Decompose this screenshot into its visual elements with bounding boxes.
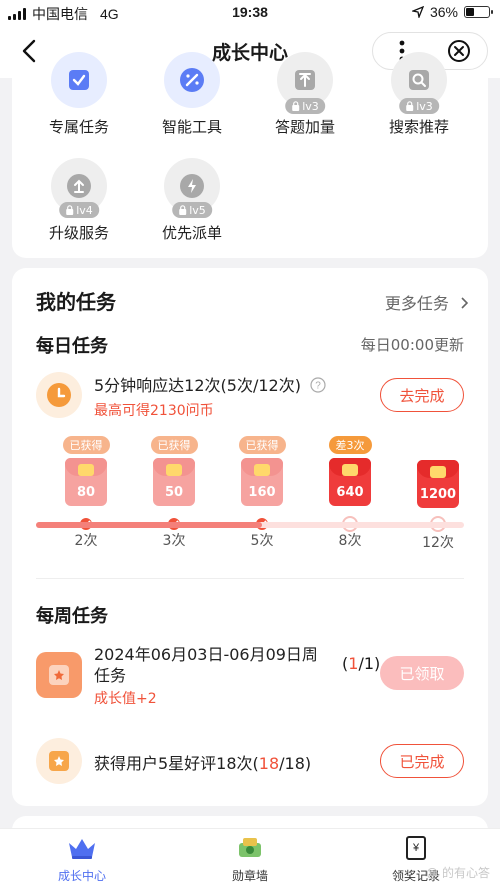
tab-medal-wall[interactable]: 勋章墙 [190, 835, 310, 884]
red-envelope-icon: 80 [65, 458, 107, 506]
milestone-label: 5次 [250, 533, 274, 549]
battery-icon [464, 6, 493, 18]
weekly-task-reward: 成长值+2 [94, 691, 157, 707]
magic-wand-icon [180, 68, 204, 92]
red-envelope-icon: 640 [329, 458, 371, 506]
upgrade-icon [67, 174, 91, 198]
daily-title: 每日任务 [36, 336, 108, 357]
rating-task-badge [36, 738, 82, 784]
daily-refresh-note: 每日00:00更新 [360, 336, 464, 354]
rating-task-name: 获得用户5星好评18次(18/18) [94, 754, 312, 773]
milestone-tag: 已获得 [62, 436, 110, 454]
star-card-icon [49, 665, 69, 685]
tab-bar: 成长中心 勋章墙 ¥ 领奖记录 @ 的有心答 [0, 828, 500, 889]
lock-icon [406, 101, 414, 111]
tool-upgrade-service[interactable]: lv4 升级服务 [24, 158, 134, 243]
tool-label: 搜索推荐 [388, 118, 449, 136]
daily-reward: 最高可得2130问币 [94, 403, 214, 419]
weekly-task-count: (1/1) [342, 654, 381, 673]
search-icon [409, 70, 429, 90]
milestone-label: 8次 [338, 533, 362, 549]
level-badge: lv3 [285, 98, 325, 114]
weekly-task-badge [36, 652, 82, 698]
milestone-0: 已获得 80 2次 [56, 434, 116, 550]
help-icon[interactable]: ? [310, 377, 326, 393]
milestone-1: 已获得 50 3次 [144, 434, 204, 550]
red-envelope-icon: 1200 [417, 460, 459, 508]
clock-badge [36, 372, 82, 418]
weekly-title: 每周任务 [36, 606, 108, 627]
status-bar: 中国电信 4G 19:38 36% [0, 0, 500, 24]
milestone-label: 12次 [422, 535, 454, 551]
lock-icon [66, 205, 74, 215]
section-title: 我的任务 [36, 290, 116, 314]
milestone-label: 3次 [162, 533, 186, 549]
milestone-value: 640 [336, 485, 364, 500]
go-complete-button[interactable]: 去完成 [380, 378, 464, 412]
daily-task-name: 5分钟响应达12次(5次/12次) ? [94, 372, 326, 396]
red-envelope-icon: 160 [241, 458, 283, 506]
tool-label: 智能工具 [161, 118, 222, 136]
tool-priority-dispatch[interactable]: lv5 优先派单 [137, 158, 247, 243]
tool-label: 升级服务 [48, 224, 109, 242]
clock-icon [47, 383, 71, 407]
milestone-4: 1200 12次 [408, 434, 468, 552]
upload-icon [295, 70, 315, 90]
tool-exclusive-task[interactable]: 专属任务 [24, 52, 134, 137]
milestone-label: 2次 [74, 533, 98, 549]
milestone-value: 160 [248, 485, 276, 500]
milestone-2: 已获得 160 5次 [232, 434, 292, 550]
level-badge: lv4 [59, 202, 99, 218]
completed-button[interactable]: 已完成 [380, 744, 464, 778]
milestone-3: 差3次 640 8次 [320, 434, 380, 550]
level-badge: lv5 [172, 202, 212, 218]
milestone-tag: 已获得 [150, 436, 198, 454]
more-tasks-link[interactable]: 更多任务 [385, 290, 469, 314]
svg-text:¥: ¥ [412, 842, 420, 854]
svg-text:?: ? [315, 381, 321, 392]
lock-icon [292, 101, 300, 111]
tool-label: 专属任务 [48, 118, 109, 136]
milestone-tag: 已获得 [238, 436, 286, 454]
milestone-tag: 差3次 [328, 436, 372, 454]
crown-icon [69, 839, 95, 859]
tool-label: 优先派单 [161, 224, 222, 242]
weekly-task-name: 2024年06月03日-06月09日周 任务 [94, 645, 318, 685]
chevron-right-icon [461, 297, 469, 309]
location-arrow-icon [411, 6, 424, 18]
lock-icon [179, 205, 187, 215]
level-badge: lv3 [399, 98, 439, 114]
tool-label: 答题加量 [274, 118, 335, 136]
tools-card: 专属任务 智能工具 lv3 答题加量 lv3 搜索推荐 lv4 升级服务 lv5… [12, 52, 488, 258]
medal-icon [239, 838, 261, 857]
star-card-icon [49, 751, 69, 771]
progress-track [36, 522, 464, 528]
red-envelope-icon: 50 [153, 458, 195, 506]
milestone-value: 50 [164, 485, 184, 500]
tool-search-recommend[interactable]: lv3 搜索推荐 [364, 52, 474, 137]
lightning-icon [180, 174, 204, 198]
receipt-icon: ¥ [406, 836, 426, 860]
tab-growth-center[interactable]: 成长中心 [22, 835, 142, 884]
battery-percent: 36% [429, 4, 458, 20]
milestone-value: 80 [76, 485, 96, 500]
tool-answer-boost[interactable]: lv3 答题加量 [250, 52, 360, 137]
claimed-button[interactable]: 已领取 [380, 656, 464, 690]
tool-smart-tools[interactable]: 智能工具 [137, 52, 247, 137]
task-icon [69, 70, 89, 90]
watermark: @ 的有心答 [426, 866, 490, 880]
my-tasks-card: 我的任务 更多任务 每日任务 每日00:00更新 5分钟响应达12次(5次/12… [12, 268, 488, 806]
milestone-value: 1200 [419, 487, 457, 502]
